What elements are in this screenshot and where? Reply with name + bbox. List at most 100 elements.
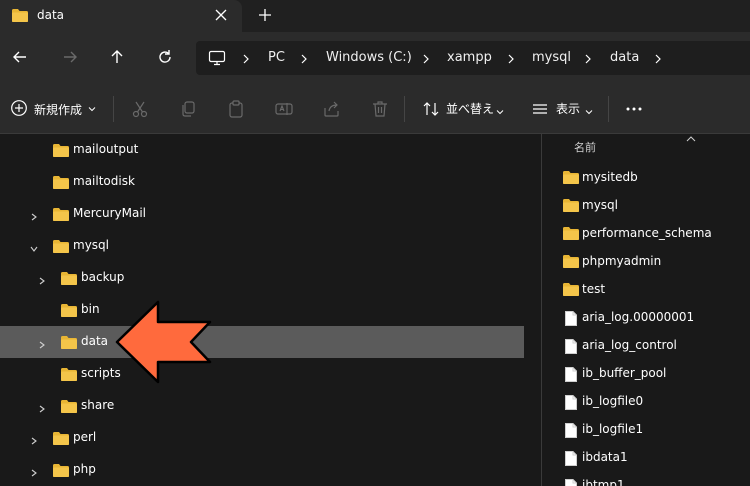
file-name: phpmyadmin [582, 254, 662, 268]
refresh-icon[interactable] [155, 47, 175, 67]
tree-item-bin[interactable]: bin [0, 294, 524, 326]
folder-icon [60, 271, 78, 289]
file-name: ib_logfile1 [582, 422, 644, 436]
file-icon [564, 338, 578, 358]
chevron-right-icon[interactable] [583, 53, 593, 67]
file-name: performance_schema [582, 226, 712, 240]
copy-icon[interactable] [178, 99, 198, 119]
file-name: mysitedb [582, 170, 638, 184]
file-list-item[interactable]: ib_logfile0 [542, 388, 750, 416]
new-button[interactable]: 新規作成 [10, 99, 96, 119]
tree-item-backup[interactable]: backup [0, 262, 524, 294]
tree-item-mercurymail[interactable]: MercuryMail [0, 198, 524, 230]
tree-item-label: mailtodisk [73, 174, 135, 188]
command-bar: 新規作成 並べ替え 表示 [0, 84, 750, 134]
toolbar-divider [113, 96, 114, 122]
cut-icon[interactable] [130, 99, 150, 119]
up-arrow-icon[interactable] [107, 47, 127, 67]
tree-item-label: php [73, 462, 96, 476]
folder-icon [52, 431, 70, 449]
view-button[interactable]: 表示 [556, 100, 580, 117]
chevron-down-icon [585, 105, 605, 125]
breadcrumb-pc[interactable]: PC [268, 50, 285, 65]
more-options-icon[interactable] [624, 99, 644, 119]
file-icon [564, 394, 578, 414]
close-icon[interactable] [213, 7, 229, 23]
back-arrow-icon[interactable] [10, 47, 30, 67]
tree-item-php[interactable]: php [0, 454, 524, 486]
folder-icon [60, 335, 78, 353]
tree-item-perl[interactable]: perl [0, 422, 524, 454]
view-lines-icon[interactable] [530, 99, 550, 119]
tree-item-label: perl [73, 430, 97, 444]
file-list-item[interactable]: performance_schema [542, 220, 750, 248]
forward-arrow-icon[interactable] [60, 47, 80, 67]
file-name: ib_logfile0 [582, 394, 644, 408]
file-icon [564, 366, 578, 386]
tree-item-label: backup [81, 270, 125, 284]
tree-item-label: data [81, 334, 109, 348]
file-name: aria_log_control [582, 338, 677, 352]
file-list-item[interactable]: phpmyadmin [542, 248, 750, 276]
file-list-item[interactable]: ibtmp1 [542, 472, 750, 486]
chevron-right-icon[interactable] [38, 338, 46, 352]
folder-icon [562, 226, 580, 244]
file-list-item[interactable]: ib_buffer_pool [542, 360, 750, 388]
folder-icon [562, 198, 580, 216]
chevron-right-icon[interactable] [38, 274, 46, 288]
sort-icon[interactable] [421, 99, 441, 119]
file-list-item[interactable]: aria_log.00000001 [542, 304, 750, 332]
tab-data[interactable]: data [0, 0, 242, 32]
folder-icon [11, 8, 29, 26]
breadcrumb-windows-c[interactable]: Windows (C:) [326, 50, 412, 65]
folder-icon [562, 254, 580, 272]
file-list-item[interactable]: mysql [542, 192, 750, 220]
folder-icon [60, 399, 78, 417]
chevron-down-icon[interactable] [30, 242, 38, 256]
breadcrumb-data[interactable]: data [610, 50, 639, 65]
folder-icon [52, 239, 70, 257]
tree-item-data[interactable]: data [0, 326, 524, 358]
delete-icon[interactable] [370, 99, 390, 119]
file-list-item[interactable]: mysitedb [542, 164, 750, 192]
file-list-item[interactable]: ibdata1 [542, 444, 750, 472]
chevron-right-icon[interactable] [38, 402, 46, 416]
rename-icon[interactable] [274, 99, 294, 119]
file-list-item[interactable]: aria_log_control [542, 332, 750, 360]
paste-icon[interactable] [226, 99, 246, 119]
folder-icon [60, 367, 78, 385]
chevron-up-icon [686, 132, 696, 146]
tree-item-mailoutput[interactable]: mailoutput [0, 134, 524, 166]
chevron-right-icon[interactable] [653, 53, 663, 67]
file-list-item[interactable]: test [542, 276, 750, 304]
folder-icon [562, 170, 580, 188]
tree-item-mysql[interactable]: mysql [0, 230, 524, 262]
tree-item-scripts[interactable]: scripts [0, 358, 524, 390]
file-name: test [582, 282, 606, 296]
column-header-name[interactable]: 名前 [574, 139, 596, 155]
address-bar[interactable]: PC Windows (C:) xampp mysql data [196, 41, 750, 75]
folder-icon [52, 175, 70, 193]
folder-icon [52, 463, 70, 481]
chevron-right-icon[interactable] [299, 53, 309, 67]
tree-item-share[interactable]: share [0, 390, 524, 422]
tree-item-label: mysql [73, 238, 109, 252]
breadcrumb-mysql[interactable]: mysql [532, 50, 571, 65]
tree-item-mailtodisk[interactable]: mailtodisk [0, 166, 524, 198]
chevron-right-icon[interactable] [30, 466, 38, 480]
sort-button[interactable]: 並べ替え [446, 100, 494, 117]
chevron-right-icon[interactable] [30, 210, 38, 224]
chevron-right-icon[interactable] [506, 53, 516, 67]
chevron-right-icon[interactable] [30, 434, 38, 448]
file-list-item[interactable]: ib_logfile1 [542, 416, 750, 444]
title-bar: data [0, 0, 750, 32]
chevron-down-icon [88, 102, 96, 116]
toolbar-divider [404, 96, 405, 122]
breadcrumb-xampp[interactable]: xampp [447, 50, 492, 65]
share-icon[interactable] [322, 99, 342, 119]
chevron-right-icon[interactable] [241, 53, 251, 67]
navigation-bar: PC Windows (C:) xampp mysql data [0, 32, 750, 84]
chevron-right-icon[interactable] [421, 53, 431, 67]
tree-item-label: bin [81, 302, 100, 316]
new-tab-icon[interactable] [257, 7, 273, 23]
